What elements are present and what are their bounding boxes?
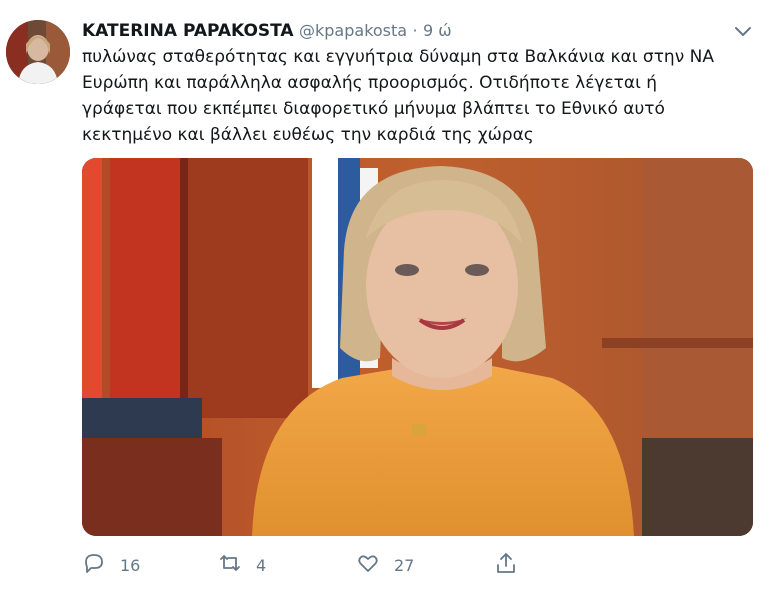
avatar[interactable] <box>6 20 70 84</box>
author-handle[interactable]: @kpapakosta <box>299 21 407 40</box>
reply-button[interactable]: 16 <box>82 550 140 580</box>
retweet-icon <box>218 551 242 579</box>
like-button[interactable]: 27 <box>356 550 414 580</box>
reply-count: 16 <box>120 555 141 575</box>
reply-icon <box>82 551 106 579</box>
retweet-button[interactable]: 4 <box>218 550 266 580</box>
heart-icon <box>356 551 380 579</box>
chevron-down-icon[interactable] <box>732 20 754 42</box>
author-name[interactable]: KATERINA PAPAKOSTA <box>82 21 294 41</box>
retweet-count: 4 <box>256 555 267 575</box>
share-icon <box>494 551 518 579</box>
tweet-text-line: Ευρώπη και παράλληλα ασφαλής προορισμός.… <box>82 73 658 93</box>
tweet-text-line: κεκτημένο και βάλλει ευθέως την καρδιά τ… <box>82 125 534 145</box>
tweet-text-line: πυλώνας σταθερότητας και εγγυήτρια δύναμ… <box>82 47 714 67</box>
tweet-text-line: γράφεται που εκπέμπει διαφορετικό μήνυμα… <box>82 99 665 119</box>
like-count: 27 <box>394 555 415 575</box>
separator-dot: · <box>412 21 418 40</box>
tweet-header: KATERINA PAPAKOSTA @kpapakosta · 9 ώ <box>82 20 452 42</box>
share-button[interactable] <box>494 550 518 580</box>
tweet-actions: 16 4 27 <box>82 550 722 580</box>
tweet-photo[interactable] <box>82 158 753 536</box>
tweet: KATERINA PAPAKOSTA @kpapakosta · 9 ώ πυλ… <box>0 0 770 596</box>
tweet-time[interactable]: 9 ώ <box>423 21 452 40</box>
tweet-text: πυλώνας σταθερότητας και εγγυήτρια δύναμ… <box>82 44 742 148</box>
